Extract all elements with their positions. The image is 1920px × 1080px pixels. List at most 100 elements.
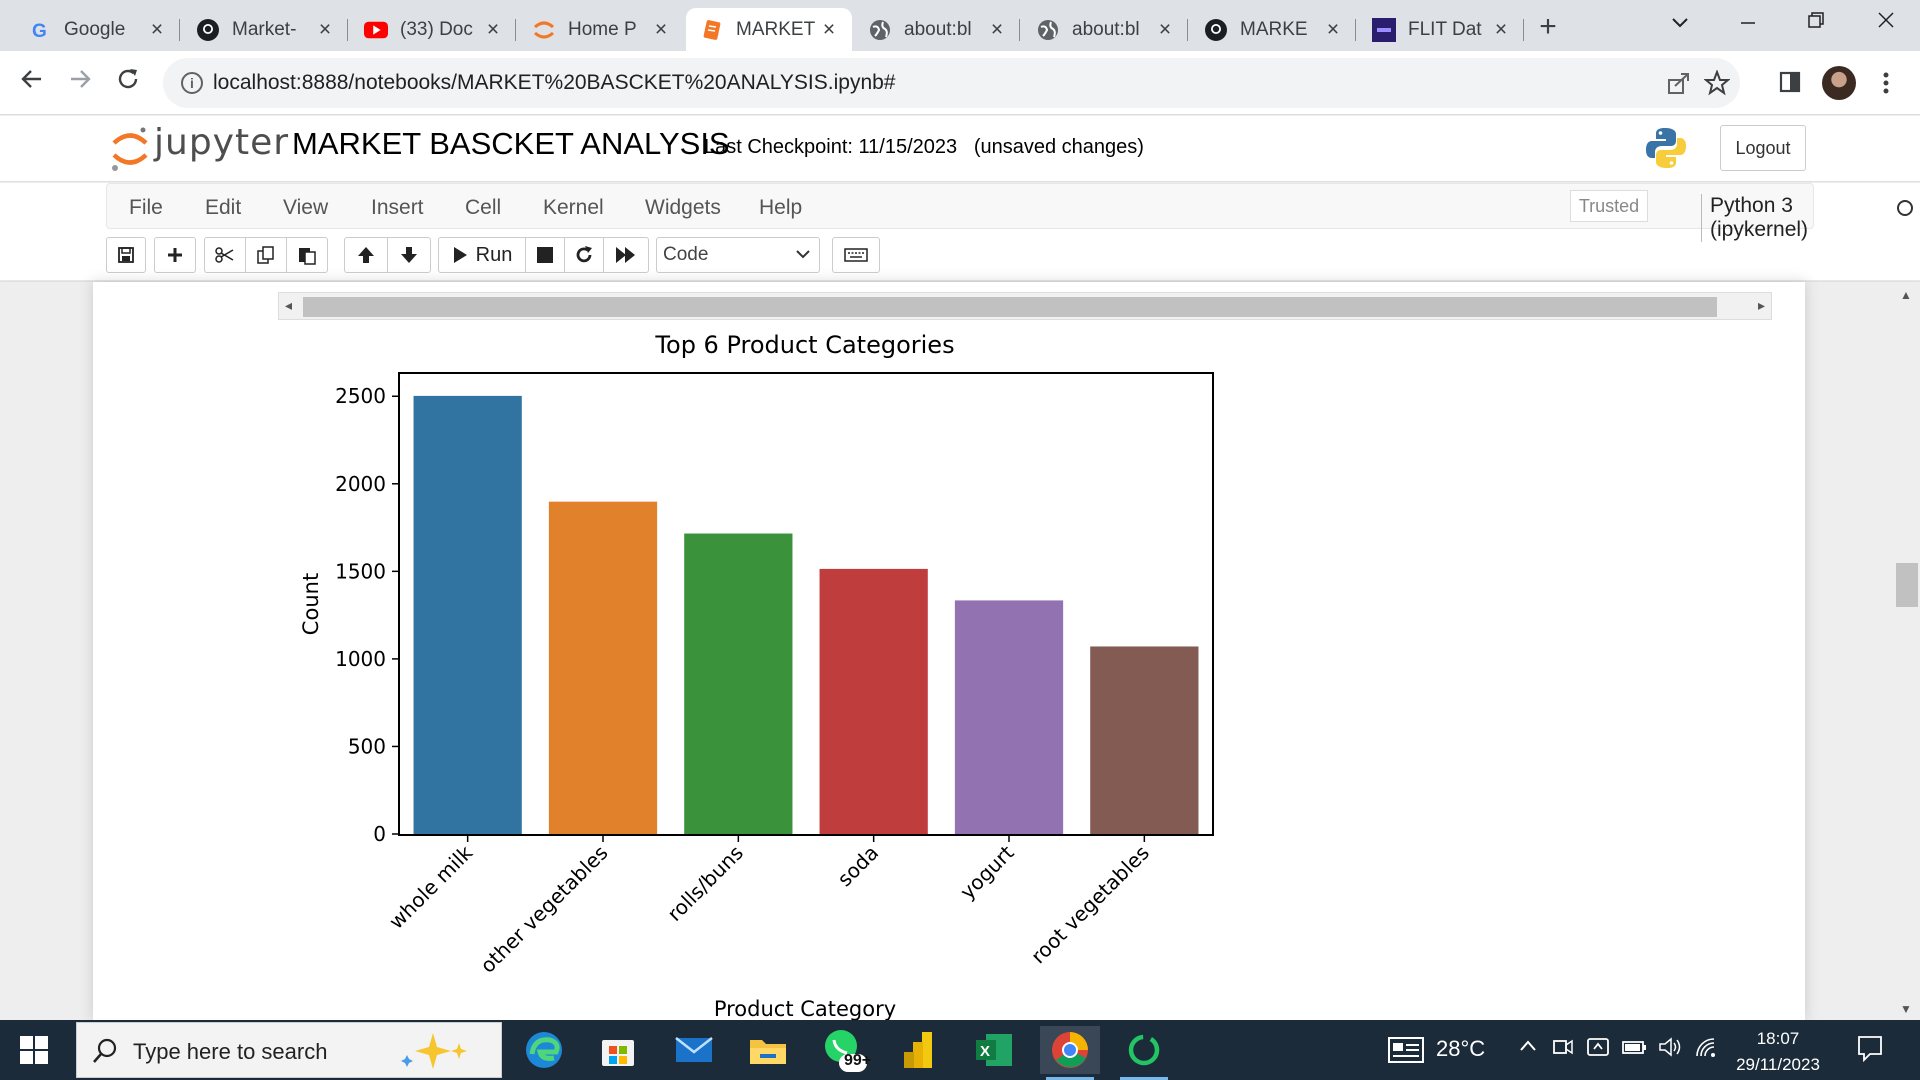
taskbar-clock[interactable]: 18:07 29/11/2023 [1728, 1026, 1828, 1078]
wifi-icon[interactable] [1694, 1036, 1718, 1064]
taskbar-search-box[interactable]: Type here to search [76, 1022, 502, 1078]
move-down-button[interactable] [387, 237, 431, 273]
copy-button[interactable] [245, 237, 287, 273]
close-icon[interactable]: × [650, 18, 672, 41]
page-scrollbar-thumb[interactable] [1896, 563, 1918, 607]
trusted-badge[interactable]: Trusted [1570, 190, 1648, 222]
browser-tab[interactable]: FLIT Dat × [1358, 8, 1524, 51]
save-icon [118, 247, 134, 263]
taskbar-excel[interactable]: X [964, 1026, 1024, 1074]
tab-title: MARKE [1240, 18, 1308, 40]
play-icon [453, 247, 467, 263]
interrupt-button[interactable] [525, 237, 565, 273]
close-icon[interactable]: × [314, 18, 336, 41]
y-tick-label: 1500 [335, 559, 386, 583]
svg-text:G: G [32, 21, 47, 41]
menu-widgets[interactable]: Widgets [645, 196, 721, 220]
x-tick-label: other vegetables [475, 841, 612, 978]
restart-button[interactable] [564, 237, 604, 273]
news-widget-icon[interactable] [1388, 1037, 1424, 1069]
back-button[interactable] [14, 65, 50, 101]
bookmark-star-icon[interactable] [1703, 69, 1731, 98]
browser-tab[interactable]: Market- × [182, 8, 348, 51]
menu-help[interactable]: Help [759, 196, 802, 220]
tab-separator [1355, 19, 1356, 41]
tab-separator [1523, 19, 1524, 41]
taskbar-store[interactable] [588, 1026, 648, 1074]
close-icon[interactable]: × [1490, 18, 1512, 41]
notifications-icon[interactable] [1856, 1034, 1884, 1068]
cut-button[interactable] [204, 237, 246, 273]
jupyter-icon [532, 18, 556, 42]
browser-tab[interactable]: (33) Doc × [350, 8, 516, 51]
battery-icon[interactable] [1622, 1036, 1648, 1064]
menu-cell[interactable]: Cell [465, 196, 501, 220]
browser-tab[interactable]: MARKE × [1190, 8, 1356, 51]
clock-date: 29/11/2023 [1736, 1055, 1820, 1074]
plus-icon [168, 248, 182, 262]
taskbar-mail[interactable] [664, 1026, 724, 1074]
site-info-icon[interactable]: i [181, 72, 203, 94]
browser-tab[interactable]: about:bl × [1022, 8, 1188, 51]
tab-title: Market- [232, 18, 297, 40]
jupyter-logo-icon[interactable] [110, 124, 150, 174]
close-icon[interactable]: × [1154, 18, 1176, 41]
paste-button[interactable] [286, 237, 328, 273]
screen-capture-icon[interactable] [1586, 1036, 1610, 1064]
scrollbar-thumb[interactable] [303, 297, 1717, 317]
chevron-up-icon[interactable] [1518, 1036, 1538, 1062]
scroll-down-icon[interactable]: ▼ [1900, 1002, 1912, 1016]
close-icon[interactable]: × [146, 18, 168, 41]
close-icon[interactable]: × [818, 18, 840, 41]
side-panel-icon[interactable] [1776, 70, 1804, 98]
save-button[interactable] [106, 237, 146, 273]
close-icon[interactable]: × [986, 18, 1008, 41]
restart-run-all-button[interactable] [603, 237, 649, 273]
address-bar[interactable]: i localhost:8888/notebooks/MARKET%20BASC… [163, 58, 1740, 108]
close-window-button[interactable] [1866, 8, 1906, 40]
profile-avatar[interactable] [1822, 66, 1856, 100]
insert-cell-button[interactable] [154, 237, 196, 273]
taskbar-whatsapp[interactable]: 99+ [814, 1026, 874, 1074]
taskbar-file-explorer[interactable] [738, 1026, 798, 1074]
browser-tab-active[interactable]: MARKET × [686, 8, 852, 51]
cell-type-select[interactable]: Code [656, 237, 820, 273]
notebook-name[interactable]: MARKET BASCKET ANALYSIS [292, 126, 730, 162]
move-up-button[interactable] [344, 237, 388, 273]
close-icon[interactable]: × [1322, 18, 1344, 41]
restore-button[interactable] [1796, 8, 1836, 40]
share-icon[interactable] [1665, 70, 1693, 98]
forward-button[interactable] [62, 65, 98, 101]
output-horizontal-scrollbar[interactable]: ◂ ▸ [278, 292, 1772, 320]
close-icon[interactable]: × [482, 18, 504, 41]
taskbar-chrome[interactable] [1040, 1026, 1100, 1080]
browser-tab[interactable]: about:bl × [854, 8, 1020, 51]
taskbar-jupyter-app[interactable] [1114, 1026, 1174, 1080]
meet-now-icon[interactable] [1552, 1036, 1574, 1064]
scroll-up-icon[interactable]: ▲ [1900, 288, 1912, 302]
browser-tab[interactable]: G Google × [14, 8, 180, 51]
menu-kernel[interactable]: Kernel [543, 196, 604, 220]
menu-insert[interactable]: Insert [371, 196, 424, 220]
browser-tab[interactable]: Home P × [518, 8, 684, 51]
weather-temperature[interactable]: 28°C [1436, 1036, 1485, 1062]
new-tab-button[interactable]: + [1532, 12, 1564, 44]
more-options-icon[interactable] [1872, 70, 1900, 98]
windows-start-icon[interactable] [18, 1034, 50, 1066]
minimize-button[interactable] [1728, 8, 1768, 40]
volume-icon[interactable] [1658, 1036, 1684, 1064]
run-button[interactable]: Run [438, 237, 526, 273]
menu-view[interactable]: View [283, 196, 328, 220]
taskbar-power-bi[interactable] [888, 1026, 948, 1074]
scroll-right-icon[interactable]: ▸ [1758, 297, 1765, 314]
copy-icon [257, 246, 274, 264]
taskbar-edge[interactable] [514, 1026, 574, 1074]
tab-search-chevron-icon[interactable] [1660, 8, 1700, 40]
scroll-left-icon[interactable]: ◂ [285, 297, 292, 314]
reload-button[interactable] [110, 65, 146, 101]
logout-button[interactable]: Logout [1720, 125, 1806, 171]
github-icon [196, 18, 220, 42]
menu-edit[interactable]: Edit [205, 196, 241, 220]
command-palette-button[interactable] [832, 237, 880, 273]
menu-file[interactable]: File [129, 196, 163, 220]
